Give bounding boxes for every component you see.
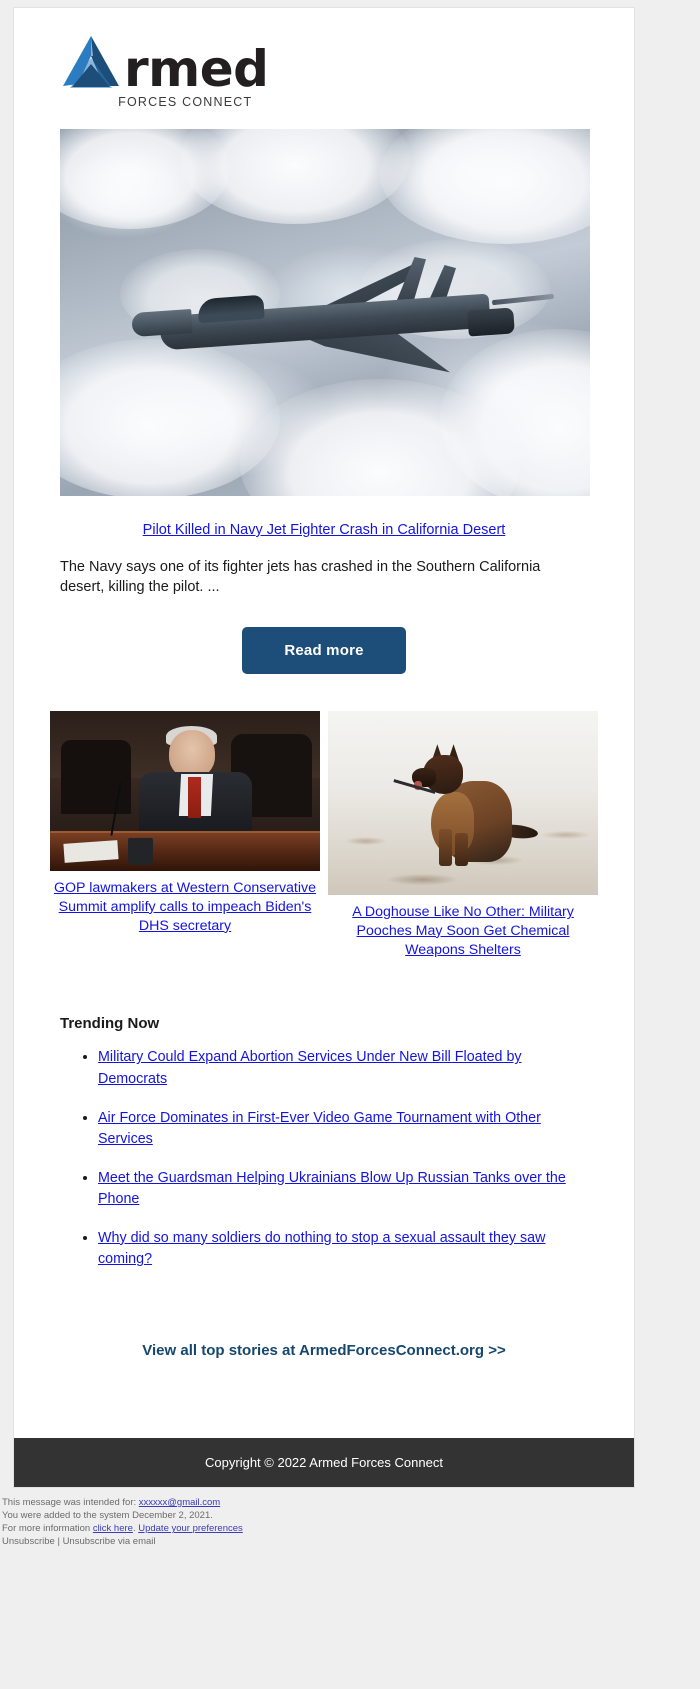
story-card-right: A Doghouse Like No Other: Military Pooch… [328,711,598,959]
disclaimer-line-unsubscribe: Unsubscribe | Unsubscribe via email [2,1535,642,1548]
update-preferences-link[interactable]: Update your preferences [138,1523,243,1534]
list-item: Meet the Guardsman Helping Ukrainians Bl… [98,1167,588,1210]
trending-link[interactable]: Air Force Dominates in First-Ever Video … [98,1110,541,1148]
brand-logo[interactable]: rmed FORCES CONNECT [60,34,269,109]
secondary-stories-section: GOP lawmakers at Western Conservative Su… [14,711,634,959]
disclaimer-line-recipient: This message was intended for: xxxxxx@gm… [2,1496,642,1509]
click-here-link[interactable]: click here [93,1523,133,1534]
view-all-stories-link[interactable]: View all top stories at ArmedForcesConne… [142,1342,505,1359]
disclaimer-intended-for-label: This message was intended for: [2,1497,139,1508]
hero-summary-text: The Navy says one of its fighter jets ha… [60,559,541,595]
triangle-a-logo-icon [60,34,122,92]
read-more-row: Read more [60,627,588,675]
list-item: Air Force Dominates in First-Ever Video … [98,1107,588,1150]
trending-link[interactable]: Military Could Expand Abortion Services … [98,1049,522,1087]
read-more-button[interactable]: Read more [242,627,406,675]
view-all-section: View all top stories at ArmedForcesConne… [14,1342,634,1438]
hero-section: Pilot Killed in Navy Jet Fighter Crash i… [14,129,634,675]
email-disclaimer: This message was intended for: xxxxxx@gm… [2,1496,642,1548]
trending-list: Military Could Expand Abortion Services … [60,1046,588,1270]
more-info-label: For more information [2,1523,93,1535]
unsubscribe-link[interactable]: Unsubscribe [2,1536,55,1547]
list-item: Military Could Expand Abortion Services … [98,1046,588,1089]
unsubscribe-separator: | [54,1536,63,1548]
list-item: Why did so many soldiers do nothing to s… [98,1227,588,1270]
trending-heading: Trending Now [60,1015,160,1033]
copyright-bar: Copyright © 2022 Armed Forces Connect [14,1438,634,1488]
disclaimer-line-added: You were added to the system December 2,… [2,1510,213,1522]
email-header: rmed FORCES CONNECT [14,8,634,129]
brand-tagline: FORCES CONNECT [118,95,253,109]
hero-headline-link[interactable]: Pilot Killed in Navy Jet Fighter Crash i… [60,522,588,538]
unsubscribe-via-email-text: Unsubscribe via email [62,1536,156,1548]
fighter-jet-illustration [120,249,555,399]
disclaimer-line-info: For more information click here. Update … [2,1522,642,1535]
trending-link[interactable]: Meet the Guardsman Helping Ukrainians Bl… [98,1170,566,1208]
hero-image-navy-jet[interactable] [60,129,590,496]
recipient-email-link[interactable]: xxxxxx@gmail.com [139,1497,220,1508]
story-caption-link-right[interactable]: A Doghouse Like No Other: Military Pooch… [328,903,598,959]
email-preview-page: rmed FORCES CONNECT Pilot Killed in Navy… [0,0,700,1689]
trending-link[interactable]: Why did so many soldiers do nothing to s… [98,1230,545,1268]
trending-section: Trending Now Military Could Expand Abort… [14,1015,634,1270]
email-body-card: rmed FORCES CONNECT Pilot Killed in Navy… [13,7,635,1489]
brand-wordmark: rmed [124,40,269,98]
story-caption-link-left[interactable]: GOP lawmakers at Western Conservative Su… [50,879,320,935]
story-image-military-dog[interactable] [328,711,598,896]
story-card-left: GOP lawmakers at Western Conservative Su… [50,711,320,959]
story-image-congressional-hearing[interactable] [50,711,320,872]
